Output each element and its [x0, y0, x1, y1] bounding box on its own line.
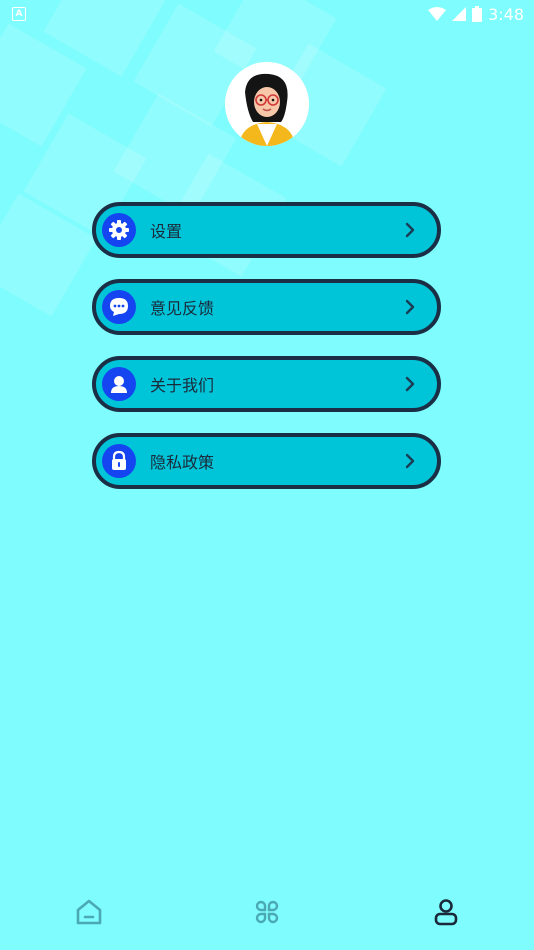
- menu-item-label: 隐私政策: [150, 453, 215, 472]
- chevron-right-icon: [397, 376, 423, 392]
- chevron-right-icon: [397, 222, 423, 238]
- status-time: 3:48: [488, 4, 524, 24]
- home-icon: [76, 899, 102, 925]
- gear-icon: [102, 213, 136, 247]
- battery-icon: [472, 6, 483, 22]
- nav-profile[interactable]: [426, 892, 466, 932]
- avatar[interactable]: [225, 62, 309, 146]
- bottom-nav: [0, 880, 534, 944]
- status-bar: A 3:48: [0, 0, 534, 28]
- notification-icon: A: [12, 7, 26, 21]
- menu-item-label: 意见反馈: [150, 299, 215, 318]
- chevron-right-icon: [397, 299, 423, 315]
- signal-icon: [452, 7, 467, 21]
- profile-icon: [434, 899, 458, 926]
- chat-bubble-icon: [102, 290, 136, 324]
- apps-icon: [255, 900, 279, 924]
- menu-item-label: 关于我们: [150, 376, 215, 395]
- menu-item-privacy-policy[interactable]: 隐私政策: [92, 433, 441, 489]
- wifi-icon: [428, 7, 447, 21]
- menu-item-settings[interactable]: 设置: [92, 202, 441, 258]
- person-icon: [102, 367, 136, 401]
- nav-apps[interactable]: [247, 892, 287, 932]
- lock-icon: [102, 444, 136, 478]
- chevron-right-icon: [397, 453, 423, 469]
- avatar-illustration-icon: [225, 62, 309, 146]
- menu-item-feedback[interactable]: 意见反馈: [92, 279, 441, 335]
- nav-home[interactable]: [69, 892, 109, 932]
- menu-item-label: 设置: [150, 222, 183, 241]
- menu-item-about-us[interactable]: 关于我们: [92, 356, 441, 412]
